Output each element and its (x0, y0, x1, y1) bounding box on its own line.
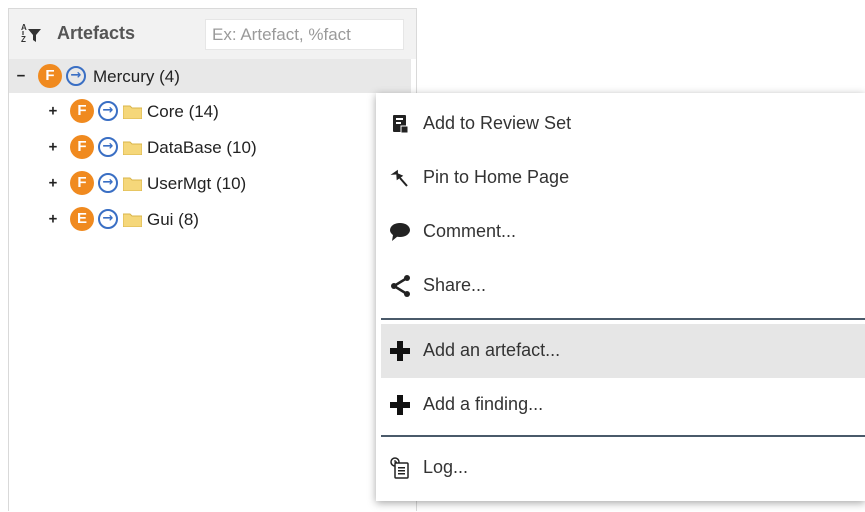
plus-icon (390, 395, 410, 415)
artefact-tree: − F → Mercury (4) + F → Core (14) + F → … (9, 59, 416, 512)
svg-text:Z: Z (21, 35, 26, 44)
search-input[interactable] (205, 19, 404, 50)
menu-item-pin-to-home-page[interactable]: Pin to Home Page (381, 151, 865, 205)
rating-badge: F (38, 64, 62, 88)
log-icon (390, 457, 409, 479)
expand-toggle[interactable]: + (47, 104, 59, 118)
node-label[interactable]: Core (14) (147, 102, 219, 122)
menu-item-add-to-review-set[interactable]: Add to Review Set (381, 97, 865, 151)
node-label[interactable]: UserMgt (10) (147, 174, 246, 194)
menu-item-share[interactable]: Share... (381, 259, 865, 313)
menu-item-add-finding[interactable]: Add a finding... (381, 378, 865, 432)
comment-icon (390, 223, 410, 241)
tree-node-root[interactable]: − F → Mercury (4) (9, 59, 411, 93)
expand-toggle[interactable]: + (47, 140, 59, 154)
node-label[interactable]: DataBase (10) (147, 138, 257, 158)
menu-item-label: Add an artefact... (423, 340, 561, 360)
svg-text:A: A (21, 23, 27, 32)
go-to-arrow-icon[interactable]: → (66, 66, 86, 86)
menu-separator (381, 435, 865, 437)
expand-toggle[interactable]: + (47, 212, 59, 226)
collapse-toggle[interactable]: − (15, 69, 27, 83)
menu-item-label: Pin to Home Page (423, 167, 570, 187)
context-menu: Add to Review Set Pin to Home Page Comme… (376, 93, 865, 501)
review-set-icon (393, 115, 409, 134)
share-icon (391, 275, 410, 297)
rating-badge: E (70, 207, 94, 231)
tree-node[interactable]: + E → Gui (8) (9, 204, 409, 234)
menu-item-add-artefact[interactable]: Add an artefact... (381, 324, 865, 378)
menu-item-label: Comment... (423, 221, 517, 241)
tree-node[interactable]: + F → Core (14) (9, 96, 409, 126)
expand-toggle[interactable]: + (47, 176, 59, 190)
folder-icon (123, 105, 142, 119)
panel-title: Artefacts (57, 23, 136, 43)
menu-item-label: Add to Review Set (423, 113, 572, 133)
go-to-arrow-icon[interactable]: → (98, 209, 118, 229)
go-to-arrow-icon[interactable]: → (98, 173, 118, 193)
menu-item-comment[interactable]: Comment... (381, 205, 865, 259)
panel-header: A Z Artefacts (9, 9, 416, 59)
artefacts-panel: A Z Artefacts − F → Mercury (4) + F → Co… (8, 8, 417, 512)
menu-separator (381, 318, 865, 320)
node-label[interactable]: Mercury (4) (93, 67, 180, 87)
folder-icon (123, 177, 142, 191)
tree-node[interactable]: + F → DataBase (10) (9, 132, 409, 162)
rating-badge: F (70, 135, 94, 159)
menu-item-label: Share... (423, 275, 487, 295)
go-to-arrow-icon[interactable]: → (98, 101, 118, 121)
folder-icon (123, 141, 142, 155)
rating-badge: F (70, 99, 94, 123)
go-to-arrow-icon[interactable]: → (98, 137, 118, 157)
sort-filter-icon[interactable]: A Z (20, 22, 42, 44)
node-label[interactable]: Gui (8) (147, 210, 199, 230)
menu-item-label: Log... (423, 457, 469, 477)
folder-icon (123, 213, 142, 227)
tree-node[interactable]: + F → UserMgt (10) (9, 168, 409, 198)
pin-icon (390, 169, 408, 187)
menu-item-log[interactable]: Log... (381, 441, 865, 495)
plus-icon (390, 341, 410, 361)
menu-item-label: Add a finding... (423, 394, 544, 414)
rating-badge: F (70, 171, 94, 195)
